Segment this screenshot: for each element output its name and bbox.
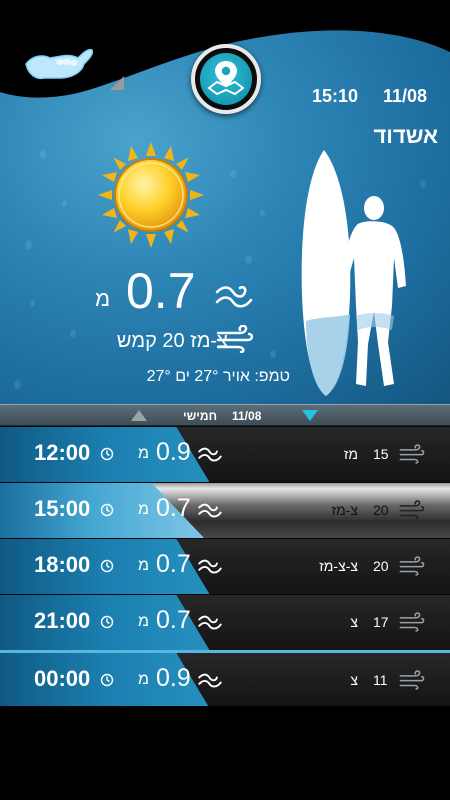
current-conditions-panel: 15:10 11/08 אשדוד מ 0.7 צ-מז 20 קמש טמפ:… (0, 0, 450, 404)
wave-icon (198, 615, 222, 630)
forecast-time: 21:00 (34, 608, 91, 633)
forecast-wind-speed: 20 (373, 502, 389, 518)
current-date: 11/08 (383, 86, 428, 106)
forecast-row[interactable]: 00:00 מ 0.9 צ 11 (0, 650, 450, 706)
day-selector-bar: חמישי 11/08 (0, 404, 450, 426)
forecast-wind-direction: צ-מז (331, 502, 358, 518)
forecast-time: 18:00 (34, 552, 91, 577)
forecast-row[interactable]: 15:00 מ 0.7 צ-מז 20 (0, 482, 450, 538)
forecast-time: 15:00 (34, 496, 91, 521)
forecast-row[interactable]: 21:00 מ 0.7 צ 17 (0, 594, 450, 650)
wind-icon (399, 612, 425, 632)
next-day-arrow-icon[interactable] (302, 410, 318, 421)
forecast-row[interactable]: 18:00 מ 0.7 צ-צ-מז 20 (0, 538, 450, 594)
forecast-wave-height: 0.7 (156, 606, 191, 634)
wave-icon (198, 559, 222, 574)
wind-icon (399, 556, 425, 576)
current-time: 15:10 (312, 86, 359, 106)
forecast-wave-height: 0.7 (156, 494, 191, 522)
forecast-wind-speed: 20 (373, 558, 389, 574)
current-wind: צ-מז 20 קמש (116, 330, 228, 352)
forecast-time: 12:00 (34, 440, 91, 465)
current-temperature: טמפ: אויר 27° ים 27° (146, 368, 290, 385)
forecast-wave-height: 0.7 (156, 550, 191, 578)
forecast-wave-unit: מ (138, 445, 149, 462)
wave-icon (198, 503, 222, 518)
wave-icon (198, 673, 222, 688)
forecast-wave-height: 0.9 (156, 438, 191, 466)
day-name: חמישי (183, 409, 218, 423)
forecast-wind-speed: 15 (373, 446, 389, 462)
day-date: 11/08 (232, 409, 262, 423)
wind-icon (399, 500, 425, 520)
map-button[interactable] (191, 44, 261, 114)
forecast-wind-direction: מז (343, 446, 358, 462)
forecast-wind-direction: צ-צ-מז (319, 558, 358, 574)
forecast-time: 00:00 (34, 666, 91, 691)
map-pin-icon (207, 61, 245, 96)
wind-icon (399, 670, 425, 690)
wind-icon (399, 444, 425, 464)
forecast-wave-unit: מ (138, 557, 149, 574)
clock-icon (100, 615, 114, 629)
collapse-arrow-icon[interactable] (110, 76, 124, 90)
forecast-wave-unit: מ (138, 501, 149, 518)
clock-icon (100, 503, 114, 517)
forecast-wave-height: 0.9 (156, 664, 191, 692)
forecast-wave-unit: מ (138, 613, 149, 630)
forecast-wind-direction: צ (350, 614, 358, 630)
forecast-wave-unit: מ (138, 671, 149, 688)
previous-day-arrow-icon[interactable] (131, 410, 147, 421)
forecast-list: 12:00 מ 0.9 מז 15 15:00 מ 0.7 צ-מז 20 18… (0, 426, 450, 706)
surfer-silhouette (301, 150, 406, 396)
clock-icon (100, 559, 114, 573)
clock-icon (100, 447, 114, 461)
sun-icon (98, 142, 204, 248)
wave-height-unit: מ (95, 286, 111, 311)
forecast-row[interactable]: 12:00 מ 0.9 מז 15 (0, 426, 450, 482)
wave-icon (215, 285, 253, 308)
wave-icon (198, 447, 222, 462)
forecast-wind-speed: 11 (373, 672, 388, 688)
wave-height-value: 0.7 (126, 263, 196, 319)
wind-icon (216, 325, 254, 353)
clock-icon (100, 673, 114, 687)
forecast-wind-speed: 17 (373, 614, 389, 630)
forecast-wind-direction: צ (350, 672, 358, 688)
shaka-hand-icon[interactable] (22, 42, 94, 84)
